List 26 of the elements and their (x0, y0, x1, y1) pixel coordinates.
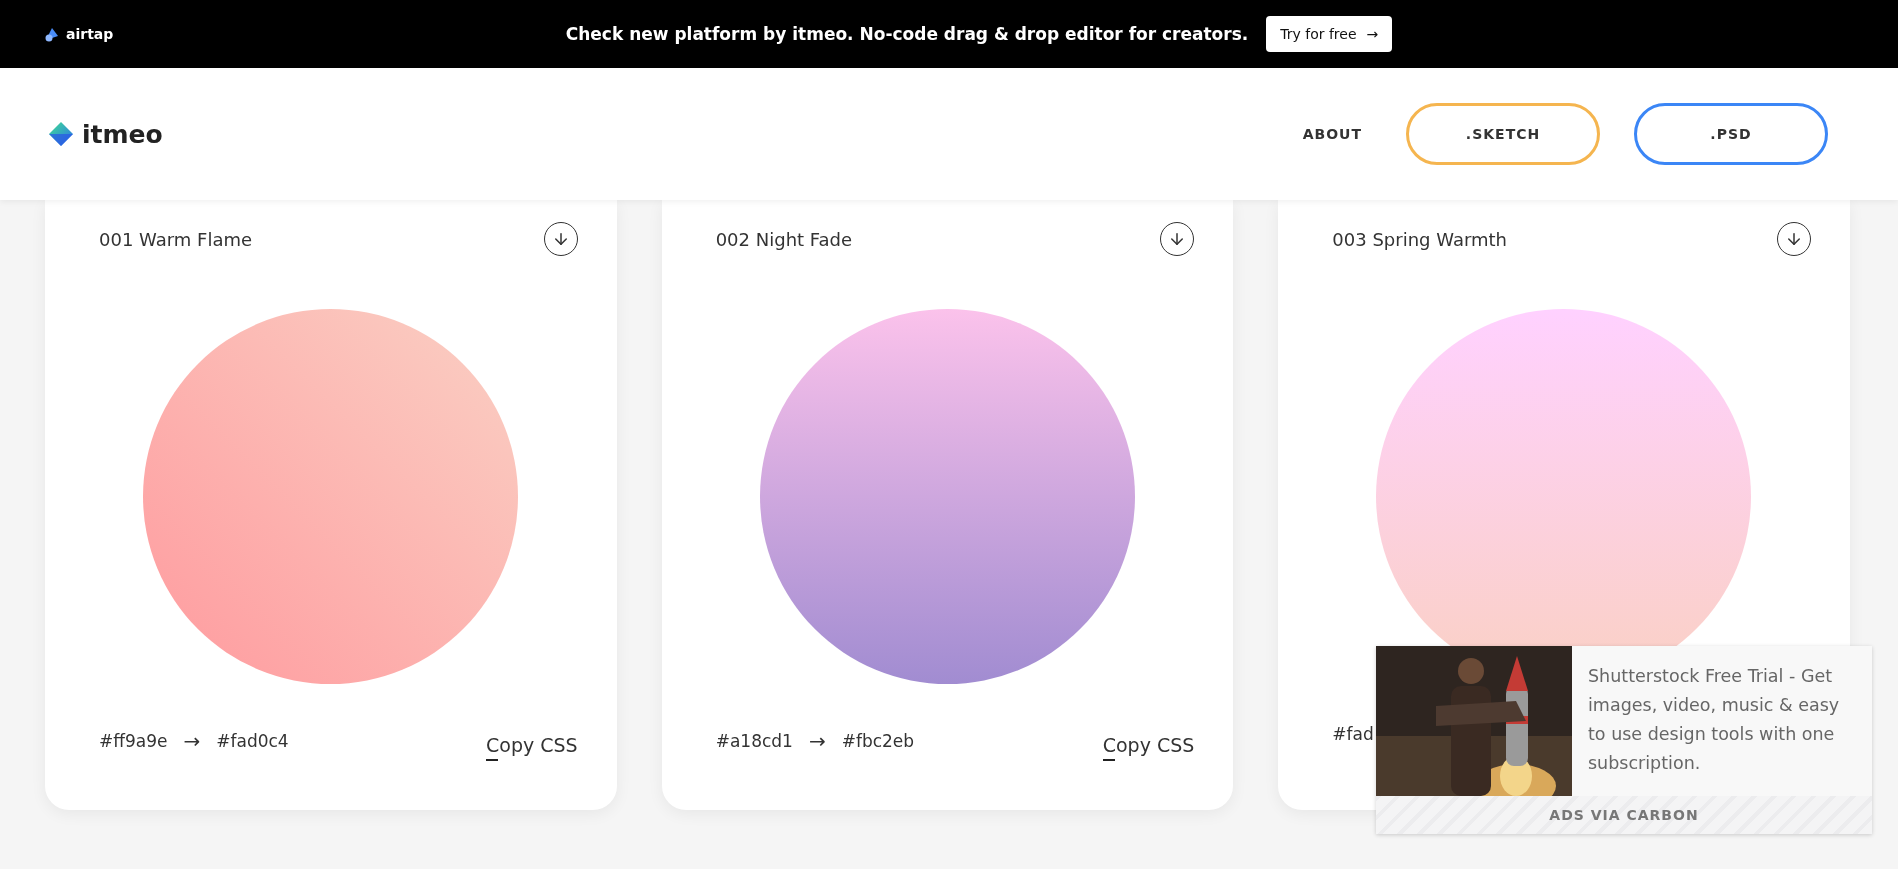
color-code: #fbc2eb (841, 731, 915, 751)
download-button[interactable]: .PSD (1634, 103, 1828, 165)
logo-icon (44, 26, 60, 42)
gradient-title: 002 Night Fade (715, 228, 853, 250)
color-code: #ff9a9e (99, 731, 168, 751)
gradient-title: 003 Spring Warmth (1332, 228, 1507, 250)
ad-footer-text[interactable]: ADS VIA CARBON (1549, 807, 1699, 823)
color-code: #fad0c4 (216, 731, 289, 751)
download-icon[interactable] (543, 222, 578, 256)
arrow-text: → (183, 729, 201, 753)
gradient-title: 001 Warm Flame (99, 228, 253, 250)
download-icon[interactable] (1777, 222, 1811, 256)
download-button[interactable]: .SKETCH (1406, 103, 1600, 165)
try-button[interactable]: Try for free → (1266, 16, 1393, 52)
brand-name: airtap (66, 26, 114, 42)
logo-text[interactable]: itmeo (82, 119, 163, 149)
logo-icon (48, 121, 74, 147)
copy-css-link[interactable]: Copy CSS (486, 734, 578, 758)
color-code: #fad (1332, 724, 1374, 744)
ad-text[interactable]: Shutterstock Free Trial - Get images, video, music & easy to use design tools with one subscription. (1572, 646, 1872, 796)
promo-message: Check new platform by itmeo. No-code drag & drop editor for creators. (565, 24, 1249, 44)
arrow-text: → (808, 729, 826, 753)
copy-css-link[interactable]: Copy CSS (1102, 734, 1195, 758)
color-code: #a18cd1 (715, 731, 793, 751)
download-icon[interactable] (1160, 222, 1195, 256)
about-link[interactable]: ABOUT (1302, 126, 1362, 142)
